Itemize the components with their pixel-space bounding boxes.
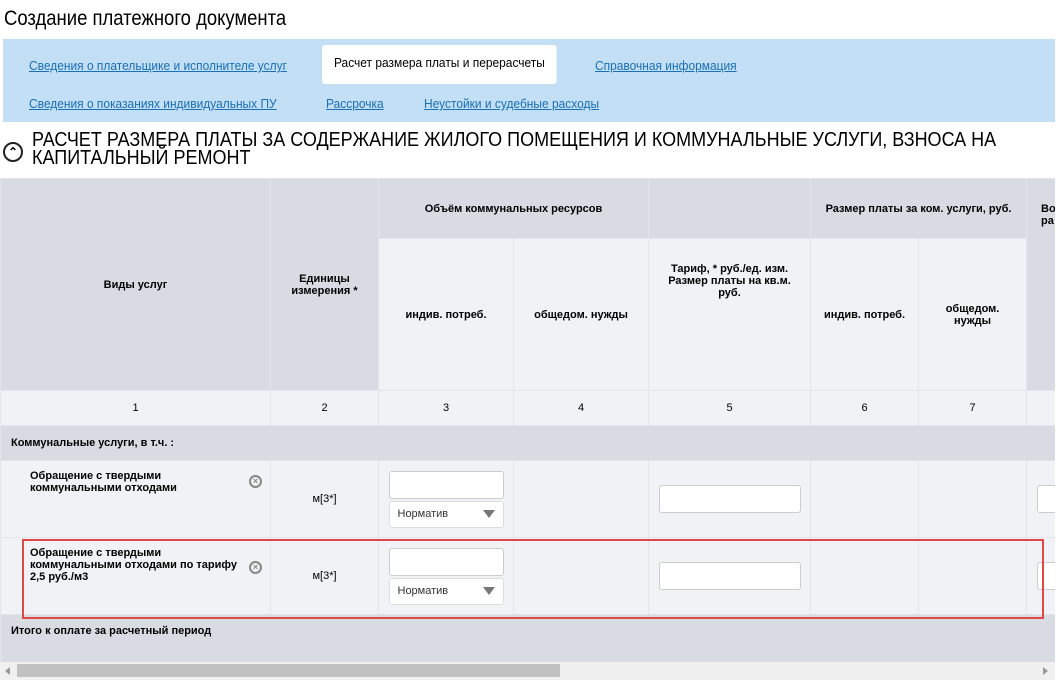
tab-penalties[interactable]: Неустойки и судебные расходы [424, 96, 599, 111]
col-number: 7 [918, 390, 1028, 426]
dropdown-arrow-icon [482, 510, 495, 518]
header-payment-group: Размер платы за ком. услуги, руб. [810, 178, 1028, 239]
header-volume-individual: индив. потреб. [378, 238, 514, 391]
header-volume-common: общедом. нужды [512, 238, 650, 391]
col-number: 4 [512, 390, 650, 426]
tariff-input[interactable] [658, 485, 801, 513]
group-row-utilities: Коммунальные услуги, в т.ч. : [0, 425, 1055, 461]
total-row: Итого к оплате за расчетный период [0, 614, 1055, 662]
scroll-right-icon[interactable] [1043, 667, 1048, 675]
volume-input[interactable] [388, 547, 504, 576]
col-number: 3 [378, 390, 514, 426]
header-payment-common: общедом. нужды [918, 238, 1028, 391]
col-number: 1 [0, 390, 271, 426]
header-payment-individual: индив. потреб. [810, 238, 920, 391]
remove-icon[interactable]: × [249, 561, 262, 574]
method-select[interactable]: Норматив [388, 500, 504, 528]
section-title: РАСЧЕТ РАЗМЕРА ПЛАТЫ ЗА СОДЕРЖАНИЕ ЖИЛОГ… [32, 129, 997, 169]
unit: м[3*] [270, 460, 379, 538]
header-volume-group: Объём коммунальных ресурсов [377, 178, 650, 239]
tab-installment[interactable]: Рассрочка [326, 96, 384, 111]
calculation-table: Виды услуг Единицы измерения * Объём ком… [0, 178, 1055, 662]
tariff-input[interactable] [658, 562, 801, 590]
tab-bar: Сведения о плательщике и исполнителе усл… [3, 39, 1055, 122]
horizontal-scrollbar[interactable] [0, 662, 1055, 680]
remove-icon[interactable]: × [249, 475, 262, 488]
method-select[interactable]: Норматив [388, 577, 504, 605]
volume-input[interactable] [388, 470, 504, 499]
section-header: ⌃ РАСЧЕТ РАЗМЕРА ПЛАТЫ ЗА СОДЕРЖАНИЕ ЖИЛ… [3, 129, 1063, 169]
total-input[interactable] [1037, 562, 1055, 590]
page-title: Создание платежного документа [4, 7, 287, 30]
tab-meter-readings[interactable]: Сведения о показаниях индивидуальных ПУ [29, 96, 277, 111]
collapse-chevron-icon[interactable]: ⌃ [3, 142, 23, 162]
column-numbers-row: 1 2 3 4 5 6 7 [0, 390, 1055, 426]
header-col8: Во ра [1026, 178, 1055, 391]
header-service: Виды услуг [0, 178, 271, 391]
table-row: Обращение с твердыми коммунальными отход… [0, 537, 1055, 615]
tab-payment-calculation[interactable]: Расчет размера платы и перерасчеты [322, 45, 557, 84]
col-number: 2 [270, 390, 379, 426]
tab-reference-info[interactable]: Справочная информация [595, 58, 737, 73]
header-tariff: Тариф, * руб./ед. изм. Размер платы на к… [648, 238, 812, 391]
col-number: 6 [810, 390, 920, 426]
unit: м[3*] [270, 537, 379, 615]
dropdown-arrow-icon [482, 587, 495, 595]
service-name: Обращение с твердыми коммунальными отход… [30, 470, 177, 494]
total-input[interactable] [1037, 485, 1055, 513]
tab-payer-info[interactable]: Сведения о плательщике и исполнителе усл… [29, 58, 287, 73]
table-row: Обращение с твердыми коммунальными отход… [0, 460, 1055, 538]
col-number: 5 [648, 390, 812, 426]
service-name: Обращение с твердыми коммунальными отход… [30, 547, 237, 583]
scrollbar-thumb[interactable] [17, 664, 560, 677]
scroll-left-icon[interactable] [5, 667, 10, 675]
header-unit: Единицы измерения * [270, 178, 379, 391]
